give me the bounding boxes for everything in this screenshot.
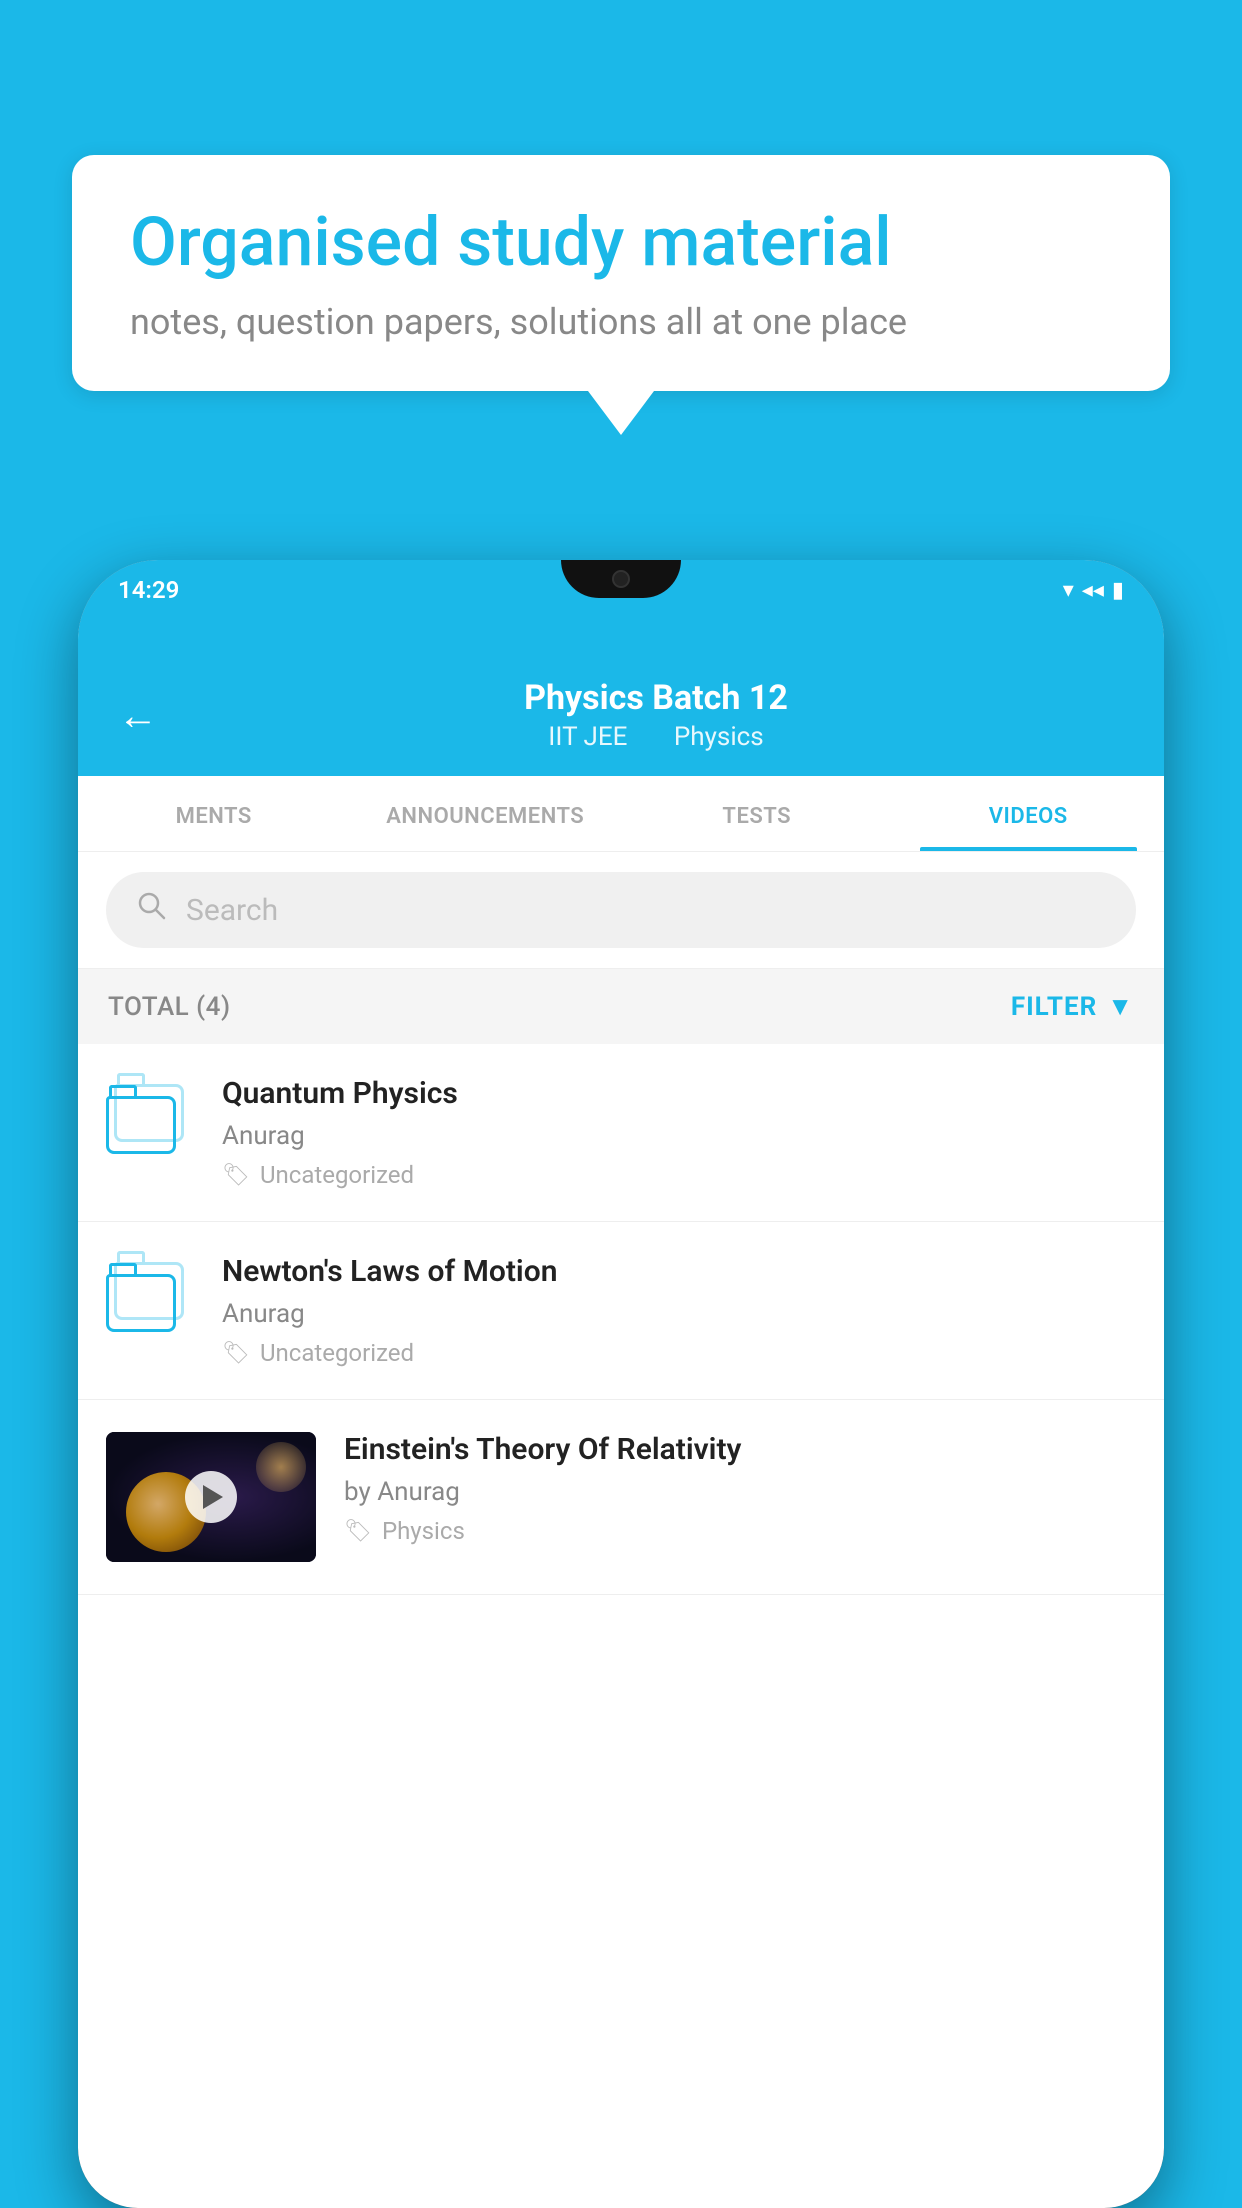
signal-icon: ◂◂ xyxy=(1082,578,1104,603)
tab-bar: MENTS ANNOUNCEMENTS TESTS VIDEOS xyxy=(78,776,1164,852)
speech-bubble: Organised study material notes, question… xyxy=(72,155,1170,391)
video-info-3: Einstein's Theory Of Relativity by Anura… xyxy=(344,1432,1136,1545)
filter-label: FILTER xyxy=(1011,992,1097,1022)
video-tag-1: 🏷 Uncategorized xyxy=(222,1161,1136,1189)
header-subtitle-part2: Physics xyxy=(674,722,764,752)
folder-main-2 xyxy=(106,1274,176,1332)
tag-icon-1: 🏷 xyxy=(222,1163,250,1188)
video-list: Quantum Physics Anurag 🏷 Uncategorized xyxy=(78,1044,1164,1595)
video-info-2: Newton's Laws of Motion Anurag 🏷 Uncateg… xyxy=(222,1254,1136,1367)
header-title-group: Physics Batch 12 IIT JEE Physics xyxy=(188,678,1124,752)
search-bar[interactable]: Search xyxy=(106,872,1136,948)
video-title-1: Quantum Physics xyxy=(222,1076,1136,1111)
search-bar-wrapper: Search xyxy=(78,852,1164,969)
video-title-2: Newton's Laws of Motion xyxy=(222,1254,1136,1289)
video-info-1: Quantum Physics Anurag 🏷 Uncategorized xyxy=(222,1076,1136,1189)
wifi-icon: ▾ xyxy=(1063,578,1074,603)
header-title: Physics Batch 12 xyxy=(188,678,1124,718)
tag-icon-2: 🏷 xyxy=(222,1341,250,1366)
video-tag-3: 🏷 Physics xyxy=(344,1517,1136,1545)
status-icons: ▾ ◂◂ ▮ xyxy=(1063,578,1124,603)
video-tag-text-1: Uncategorized xyxy=(260,1161,414,1189)
folder-main-1 xyxy=(106,1096,176,1154)
play-icon xyxy=(203,1485,223,1509)
battery-icon: ▮ xyxy=(1112,578,1124,603)
notch xyxy=(561,560,681,598)
back-button[interactable]: ← xyxy=(118,692,158,739)
video-folder-icon-1 xyxy=(106,1076,194,1164)
video-thumbnail-einstein xyxy=(106,1432,316,1562)
video-title-3: Einstein's Theory Of Relativity xyxy=(344,1432,1136,1467)
search-icon xyxy=(136,890,168,930)
header-subtitle: IIT JEE Physics xyxy=(188,722,1124,752)
header-subtitle-part1: IIT JEE xyxy=(548,722,627,752)
filter-bar: TOTAL (4) FILTER ▼ xyxy=(78,969,1164,1044)
video-item-newton[interactable]: Newton's Laws of Motion Anurag 🏷 Uncateg… xyxy=(78,1222,1164,1400)
video-tag-2: 🏷 Uncategorized xyxy=(222,1339,1136,1367)
tab-videos[interactable]: VIDEOS xyxy=(893,776,1165,851)
video-author-3: by Anurag xyxy=(344,1477,1136,1507)
phone-frame: 14:29 ▾ ◂◂ ▮ ← Physics Batch 12 IIT JEE … xyxy=(78,560,1164,2208)
tag-icon-3: 🏷 xyxy=(344,1519,372,1544)
thumb-glow xyxy=(256,1442,306,1492)
status-time: 14:29 xyxy=(118,576,179,604)
video-tag-text-3: Physics xyxy=(382,1517,465,1545)
video-item-quantum[interactable]: Quantum Physics Anurag 🏷 Uncategorized xyxy=(78,1044,1164,1222)
status-bar: 14:29 ▾ ◂◂ ▮ xyxy=(78,560,1164,656)
video-author-2: Anurag xyxy=(222,1299,1136,1329)
app-header: ← Physics Batch 12 IIT JEE Physics xyxy=(78,656,1164,776)
tab-tests[interactable]: TESTS xyxy=(621,776,893,851)
tab-ments[interactable]: MENTS xyxy=(78,776,350,851)
video-author-1: Anurag xyxy=(222,1121,1136,1151)
video-folder-icon-2 xyxy=(106,1254,194,1342)
video-item-einstein[interactable]: Einstein's Theory Of Relativity by Anura… xyxy=(78,1400,1164,1595)
total-count: TOTAL (4) xyxy=(108,992,231,1022)
filter-icon: ▼ xyxy=(1107,991,1134,1022)
bubble-subtitle: notes, question papers, solutions all at… xyxy=(130,301,1112,343)
search-placeholder: Search xyxy=(186,893,278,928)
video-tag-text-2: Uncategorized xyxy=(260,1339,414,1367)
filter-button[interactable]: FILTER ▼ xyxy=(1011,991,1134,1022)
camera-dot xyxy=(612,570,630,588)
play-button[interactable] xyxy=(185,1471,237,1523)
phone-screen: Search TOTAL (4) FILTER ▼ xyxy=(78,852,1164,2208)
bubble-title: Organised study material xyxy=(130,203,1112,281)
tab-announcements[interactable]: ANNOUNCEMENTS xyxy=(350,776,622,851)
